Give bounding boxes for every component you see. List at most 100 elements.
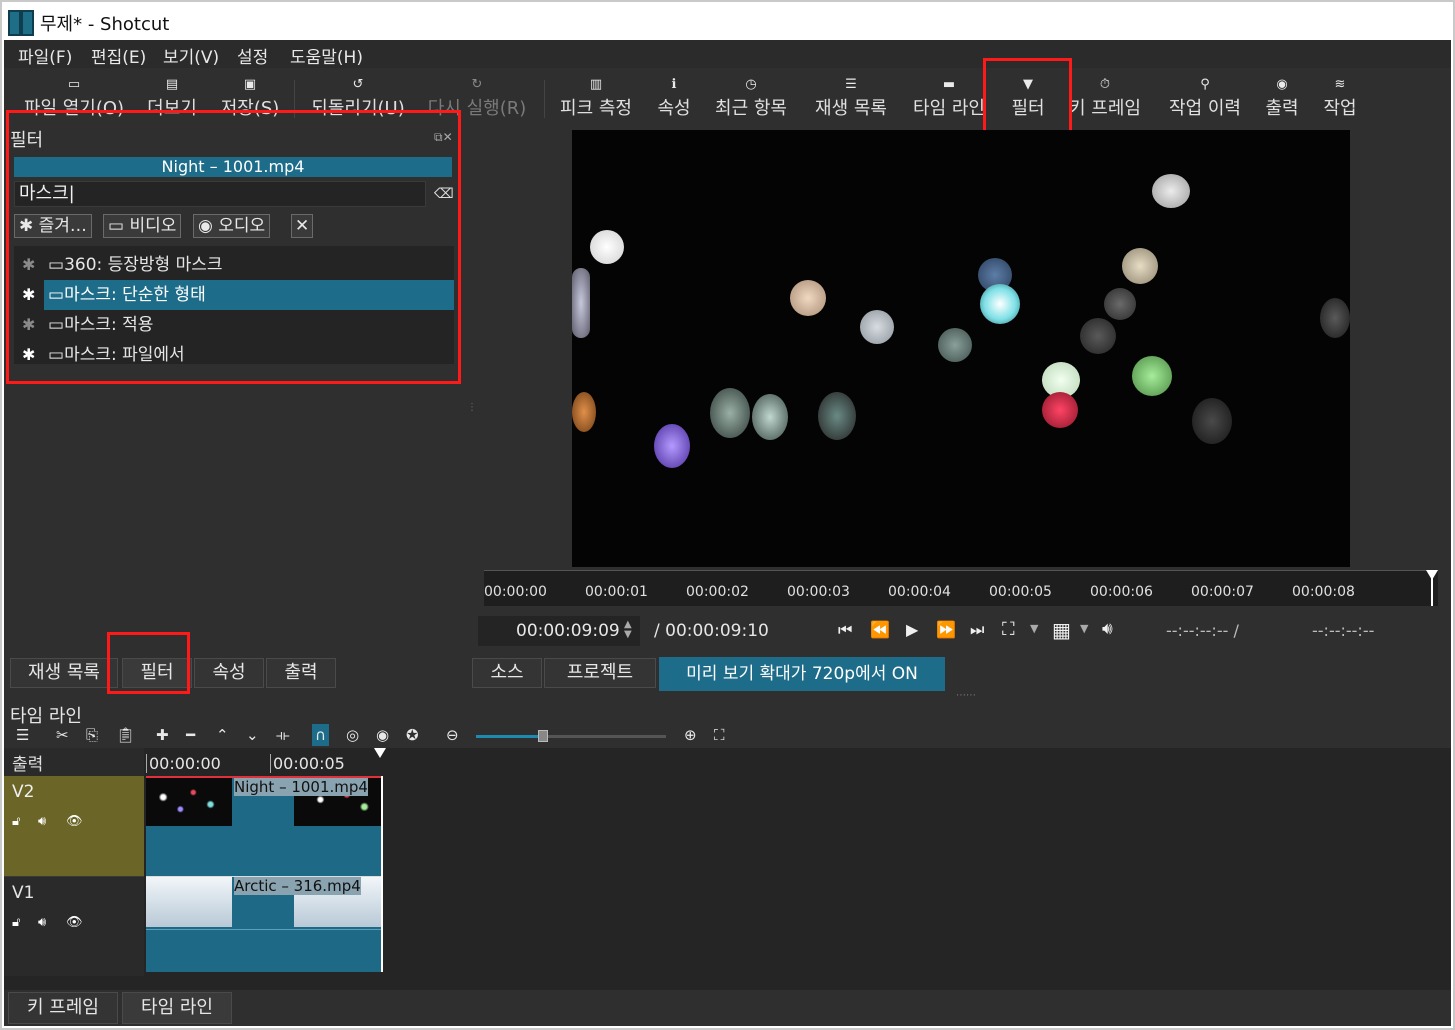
overwrite-icon[interactable]: ⌄ [246, 726, 259, 744]
tab-source[interactable]: 소스 [472, 658, 542, 688]
lock-icon[interactable]: 🔓︎ [12, 915, 20, 930]
bokeh-light [790, 280, 826, 316]
timeline-toolbar: ☰ ✂ ⎘ 📋︎ ✚ ━ ⌃ ⌄ ⟛ ∩ ◎ ◉ ✪ ⊖ ⊕ ⛶ [4, 724, 1451, 748]
menu-view[interactable]: 보기(V) [163, 43, 219, 68]
bokeh-light [1104, 288, 1136, 320]
info-icon: ℹ [671, 77, 677, 92]
clip-name: Night – 1001.mp4 [234, 778, 368, 796]
player-ruler[interactable]: 00:00:00 00:00:01 00:00:02 00:00:03 00:0… [484, 570, 1438, 606]
zoom-slider-fill [476, 735, 543, 738]
ruler-tick: 00:00:06 [1090, 584, 1153, 600]
add-icon[interactable]: ✚ [156, 726, 169, 744]
list-icon: ☰ [845, 77, 857, 92]
position-timecode[interactable]: 00:00:09:09 [478, 616, 640, 646]
filters-panel-highlight [6, 110, 461, 384]
split-icon[interactable]: ⟛ [276, 726, 290, 744]
skip-previous-icon[interactable]: ⏮ [838, 620, 852, 640]
snap-icon[interactable]: ∩ [312, 724, 329, 746]
zoom-in-icon[interactable]: ⊕ [684, 726, 697, 744]
splitter-handle[interactable]: ⋮ [467, 402, 477, 413]
output-track-label: 출력 [4, 748, 144, 776]
remove-icon[interactable]: ━ [186, 726, 195, 744]
bokeh-light [1042, 392, 1078, 428]
menu-file[interactable]: 파일(F) [18, 43, 72, 68]
redo-icon: ↻ [471, 77, 483, 92]
file-icon: ▤ [165, 77, 179, 92]
ruler-tick: 00:00:03 [787, 584, 850, 600]
tab-export[interactable]: 출력 [266, 658, 336, 688]
track-name: V1 [12, 883, 35, 903]
paste-icon[interactable]: 📋︎ [116, 726, 135, 744]
playlist-button[interactable]: ☰ 재생 목록 [810, 76, 892, 126]
bokeh-light [710, 388, 750, 438]
properties-button[interactable]: ℹ 속성 [654, 76, 694, 126]
tab-playlist[interactable]: 재생 목록 [10, 658, 118, 688]
volume-icon[interactable]: 🔊︎ [1102, 619, 1113, 639]
menu-icon[interactable]: ☰ [16, 726, 29, 744]
recent-button[interactable]: ◷ 최근 항목 [710, 76, 792, 126]
timecode-spinner-icon[interactable]: ▲ ▼ [624, 620, 632, 640]
keyframes-button[interactable]: ⏱ 키 프레임 [1064, 76, 1146, 126]
ripple-icon[interactable]: ◉ [376, 726, 389, 744]
ruler-tick: 00:00:08 [1292, 584, 1355, 600]
chevron-down-icon[interactable]: ▼ [1030, 622, 1038, 635]
ruler-tick: 00:00:02 [686, 584, 749, 600]
clip-thumbnail [146, 877, 232, 927]
lock-icon[interactable]: 🔓︎ [12, 814, 20, 829]
timeline-button[interactable]: ▬ 타임 라인 [908, 76, 990, 126]
jobs-button[interactable]: ≋ 작업 [1318, 76, 1362, 126]
timeline-clip-v1[interactable]: Arctic – 316.mp4 [146, 876, 382, 972]
grid-icon[interactable]: ▦ [1052, 618, 1071, 642]
mute-icon[interactable]: 🔊︎ [38, 915, 46, 930]
menu-help[interactable]: 도움말(H) [290, 43, 363, 68]
bokeh-light [818, 392, 856, 440]
scrub-icon[interactable]: ◎ [346, 726, 359, 744]
cut-icon[interactable]: ✂ [56, 726, 69, 744]
zoom-slider-handle[interactable] [537, 730, 548, 742]
zoom-out-icon[interactable]: ⊖ [446, 726, 459, 744]
copy-icon[interactable]: ⎘ [86, 726, 98, 744]
menu-settings[interactable]: 설정 [237, 43, 268, 68]
menu-edit[interactable]: 편집(E) [91, 43, 146, 68]
ruler-tick: 00:00:05 [270, 754, 345, 773]
playhead-marker-icon[interactable] [374, 748, 386, 758]
timeline-clip-v2[interactable]: Night – 1001.mp4 [146, 776, 382, 876]
undo-icon: ↺ [352, 77, 364, 92]
chevron-down-icon[interactable]: ▼ [1080, 622, 1088, 635]
tab-properties[interactable]: 속성 [194, 658, 264, 688]
timeline-ruler[interactable]: 00:00:00 00:00:05 [144, 748, 1451, 776]
bokeh-light [938, 328, 972, 362]
fast-forward-icon[interactable]: ⏩ [936, 620, 956, 639]
bokeh-light [1132, 356, 1172, 396]
track-header-v2[interactable]: V2 🔓︎ 🔊︎ 👁︎ [4, 776, 144, 876]
zoom-fit-icon[interactable]: ⛶ [1002, 619, 1015, 640]
track-name: V2 [12, 782, 35, 802]
preview-scaling-badge[interactable]: 미리 보기 확대가 720p에서 ON [659, 657, 945, 691]
splitter-handle[interactable]: ⋯⋯ [956, 690, 976, 701]
stopwatch-icon: ⏱ [1099, 77, 1111, 92]
play-icon[interactable]: ▶ [906, 620, 918, 639]
history-icon: ⚲ [1200, 77, 1210, 92]
export-button[interactable]: ◉ 출력 [1260, 76, 1304, 126]
tab-keyframes[interactable]: 키 프레임 [8, 992, 118, 1024]
history-button[interactable]: ⚲ 작업 이력 [1164, 76, 1246, 126]
duration-timecode: / 00:00:09:10 [654, 621, 769, 641]
timeline-playhead [381, 776, 383, 972]
transport-bar: 00:00:09:09 ▲ ▼ / 00:00:09:10 ⏮ ⏪ ▶ ⏩ ⏭ ⛶… [476, 614, 1446, 648]
ruler-tick: 00:00:05 [989, 584, 1052, 600]
tab-project[interactable]: 프로젝트 [544, 658, 656, 688]
eye-icon[interactable]: 👁︎ [66, 814, 83, 829]
tab-timeline[interactable]: 타임 라인 [122, 992, 232, 1024]
skip-next-icon[interactable]: ⏭ [970, 620, 984, 640]
eye-icon[interactable]: 👁︎ [66, 915, 83, 930]
bottom-tab-bar: 키 프레임 타임 라인 [4, 990, 1451, 1026]
mute-icon[interactable]: 🔊︎ [38, 814, 46, 829]
rewind-icon[interactable]: ⏪ [870, 620, 890, 639]
ripple-all-icon[interactable]: ✪ [406, 726, 419, 744]
playhead-line [1431, 578, 1433, 606]
database-icon: ≋ [1334, 77, 1346, 92]
zoom-fit-icon[interactable]: ⛶ [714, 726, 725, 744]
peak-meter-button[interactable]: ▥ 피크 측정 [556, 76, 636, 126]
lift-icon[interactable]: ⌃ [216, 726, 229, 744]
track-header-v1[interactable]: V1 🔓︎ 🔊︎ 👁︎ [4, 876, 144, 976]
